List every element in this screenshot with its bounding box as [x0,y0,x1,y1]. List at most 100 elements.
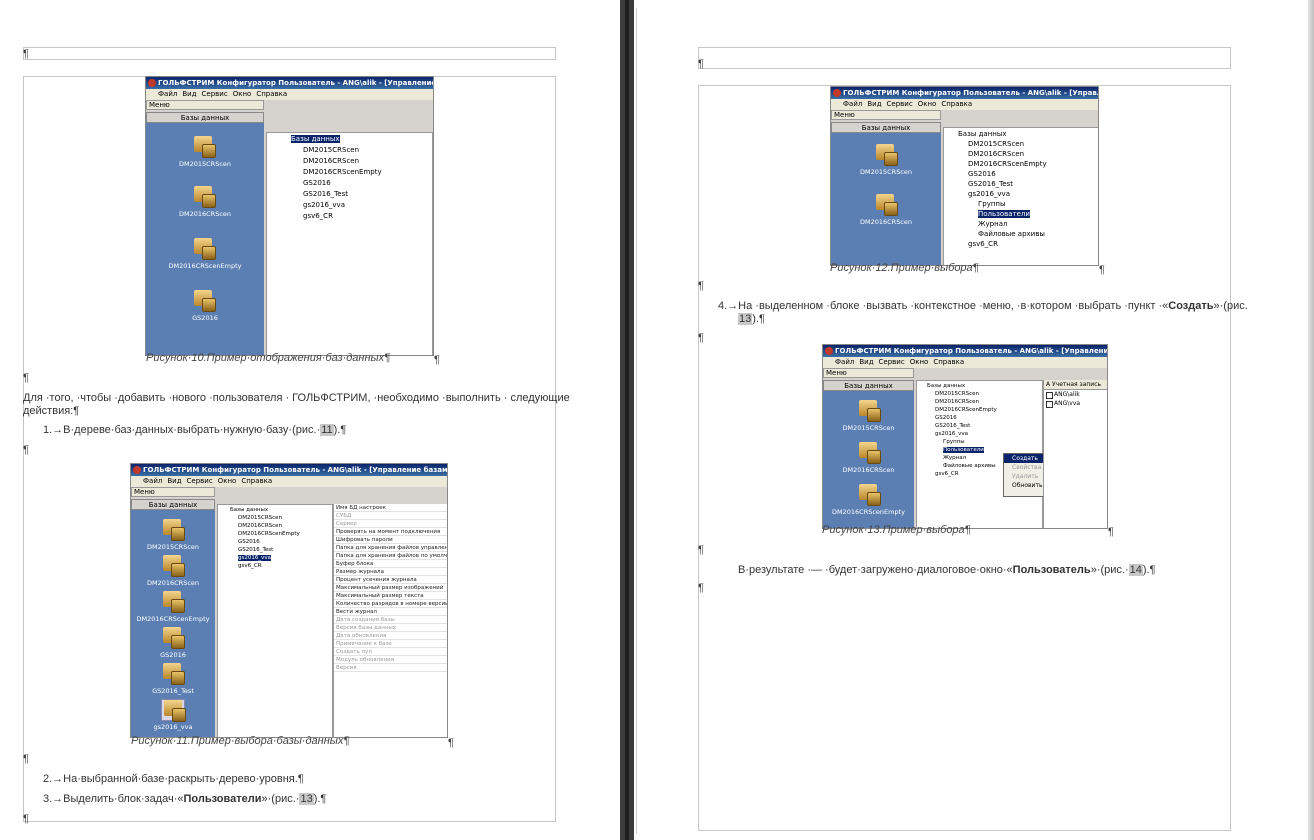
menu-file[interactable]: Файл [843,100,862,108]
menu-help[interactable]: Справка [241,477,272,485]
menu-service[interactable]: Сервис [202,90,228,98]
tree-item[interactable]: DM2015CRScen [968,140,1024,148]
menu-bar: Файл Вид Сервис Окно Справка [823,357,1107,368]
tree-item[interactable]: GS2016_Test [303,190,348,198]
tree-item[interactable]: GS2016 [303,179,331,187]
menu-service[interactable]: Сервис [887,100,913,108]
account-row[interactable]: ANG\alik [1044,390,1107,399]
menu-help[interactable]: Справка [941,100,972,108]
database-tree: Базы данных DM2015CRScen DM2016CRScen DM… [266,132,433,355]
step-4: 4.→На ·выделенном ·блоке ·вызвать ·конте… [718,300,1248,312]
database-panel-header: Базы данных [131,499,215,510]
database-icon[interactable] [192,290,216,312]
menu-window[interactable]: Окно [918,100,937,108]
database-tree: Базы данных DM2015CRScen DM2016CRScen DM… [217,504,333,737]
tree-item[interactable]: gsv6_CR [935,471,959,477]
database-icon[interactable] [874,194,898,216]
tree-item[interactable]: Журнал [978,220,1007,228]
tree-item[interactable]: Журнал [943,455,966,461]
tree-item[interactable]: gsv6_CR [968,240,998,248]
tree-item[interactable]: gs2016_vva [968,190,1010,198]
tree-item[interactable]: GS2016 [935,415,957,421]
tree-item[interactable]: DM2016CRScen [968,150,1024,158]
menu-file[interactable]: Файл [835,358,854,366]
menu-view[interactable]: Вид [859,358,873,366]
account-row[interactable]: ANG\vva [1044,399,1107,408]
tree-item-selected[interactable]: Пользователи [978,210,1030,218]
menu-service[interactable]: Сервис [879,358,905,366]
property-row: Дата создания базы [334,616,447,624]
database-icon[interactable] [857,400,881,422]
tree-item[interactable]: DM2015CRScen [303,146,359,154]
menu-window[interactable]: Окно [218,477,237,485]
database-label: DM2016CRScen [178,210,232,218]
database-panel-header: Базы данных [823,380,914,391]
tree-item[interactable]: Группы [943,439,965,445]
database-icon[interactable] [161,555,185,577]
accounts-header: А Учетная запись [1044,380,1107,390]
app-title-bar: ГОЛЬФСТРИМ Конфигуратор Пользователь - A… [131,464,447,476]
property-row: Имя БД настроек [334,504,447,512]
menu-window[interactable]: Окно [910,358,929,366]
database-icon[interactable] [192,238,216,260]
database-icon-selected[interactable] [161,699,186,722]
figure-13-screenshot: ГОЛЬФСТРИМ Конфигуратор Пользователь - A… [822,344,1108,529]
tree-item[interactable]: gs2016_vva [935,431,968,437]
database-icon[interactable] [874,144,898,166]
tree-root[interactable]: Базы данных [230,507,268,513]
database-icon[interactable] [857,484,881,506]
menu-help[interactable]: Справка [933,358,964,366]
tree-item[interactable]: Файловые архивы [978,230,1045,238]
tree-item-selected[interactable]: gs2016_vva [238,555,271,561]
tree-item[interactable]: GS2016_Test [935,423,970,429]
menu-file[interactable]: Файл [143,477,162,485]
document-page-left: ¶ ГОЛЬФСТРИМ Конфигуратор Пользователь -… [0,8,620,834]
tree-item[interactable]: DM2016CRScenEmpty [968,160,1047,168]
menu-panel-label: Меню [134,488,155,496]
database-icon[interactable] [192,186,216,208]
pilcrow: ¶ [698,544,704,556]
database-icon[interactable] [161,519,185,541]
database-icon[interactable] [857,442,881,464]
tree-item[interactable]: DM2015CRScen [935,391,979,397]
figure-13-caption: Рисунок·13.Пример·выбора¶ [822,524,971,536]
tree-item-selected[interactable]: Пользователи [943,447,984,453]
tree-item[interactable]: gsv6_CR [303,212,333,220]
tree-item[interactable]: gs2016_vva [303,201,345,209]
menu-help[interactable]: Справка [256,90,287,98]
tree-item[interactable]: DM2016CRScenEmpty [238,531,300,537]
database-icon[interactable] [161,591,185,613]
tree-root[interactable]: Базы данных [927,383,965,389]
database-label: DM2016CRScen [146,579,200,587]
property-row: Максимальный размер текста [334,592,447,600]
menu-view[interactable]: Вид [867,100,881,108]
tree-item[interactable]: DM2016CRScenEmpty [303,168,382,176]
tree-item[interactable]: GS2016 [238,539,260,545]
tree-root[interactable]: Базы данных [958,130,1007,138]
tree-item[interactable]: DM2016CRScen [303,157,359,165]
database-icon[interactable] [161,663,185,685]
tree-root[interactable]: Базы данных [291,135,340,143]
tree-item[interactable]: GS2016_Test [238,547,273,553]
menu-service[interactable]: Сервис [187,477,213,485]
tree-item[interactable]: DM2016CRScen [935,399,979,405]
tree-item[interactable]: DM2015CRScen [238,515,282,521]
menu-view[interactable]: Вид [182,90,196,98]
menu-file[interactable]: Файл [158,90,177,98]
menu-window[interactable]: Окно [233,90,252,98]
database-icon[interactable] [192,136,216,158]
tree-item[interactable]: Файловые архивы [943,463,996,469]
tree-item[interactable]: GS2016_Test [968,180,1013,188]
tree-item[interactable]: gsv6_CR [238,563,262,569]
tree-item[interactable]: Группы [978,200,1006,208]
step-3: 3.→Выделить·блок·задач·«Пользователи»·(р… [43,793,327,805]
menu-panel-header: Меню [146,100,264,110]
property-row: Вести журнал [334,608,447,616]
pilcrow: ¶ [23,48,29,60]
property-row: Максимальный размер изображений [334,584,447,592]
menu-view[interactable]: Вид [167,477,181,485]
database-icon[interactable] [161,627,185,649]
tree-item[interactable]: DM2016CRScen [238,523,282,529]
tree-item[interactable]: GS2016 [968,170,996,178]
tree-item[interactable]: DM2016CRScenEmpty [935,407,997,413]
